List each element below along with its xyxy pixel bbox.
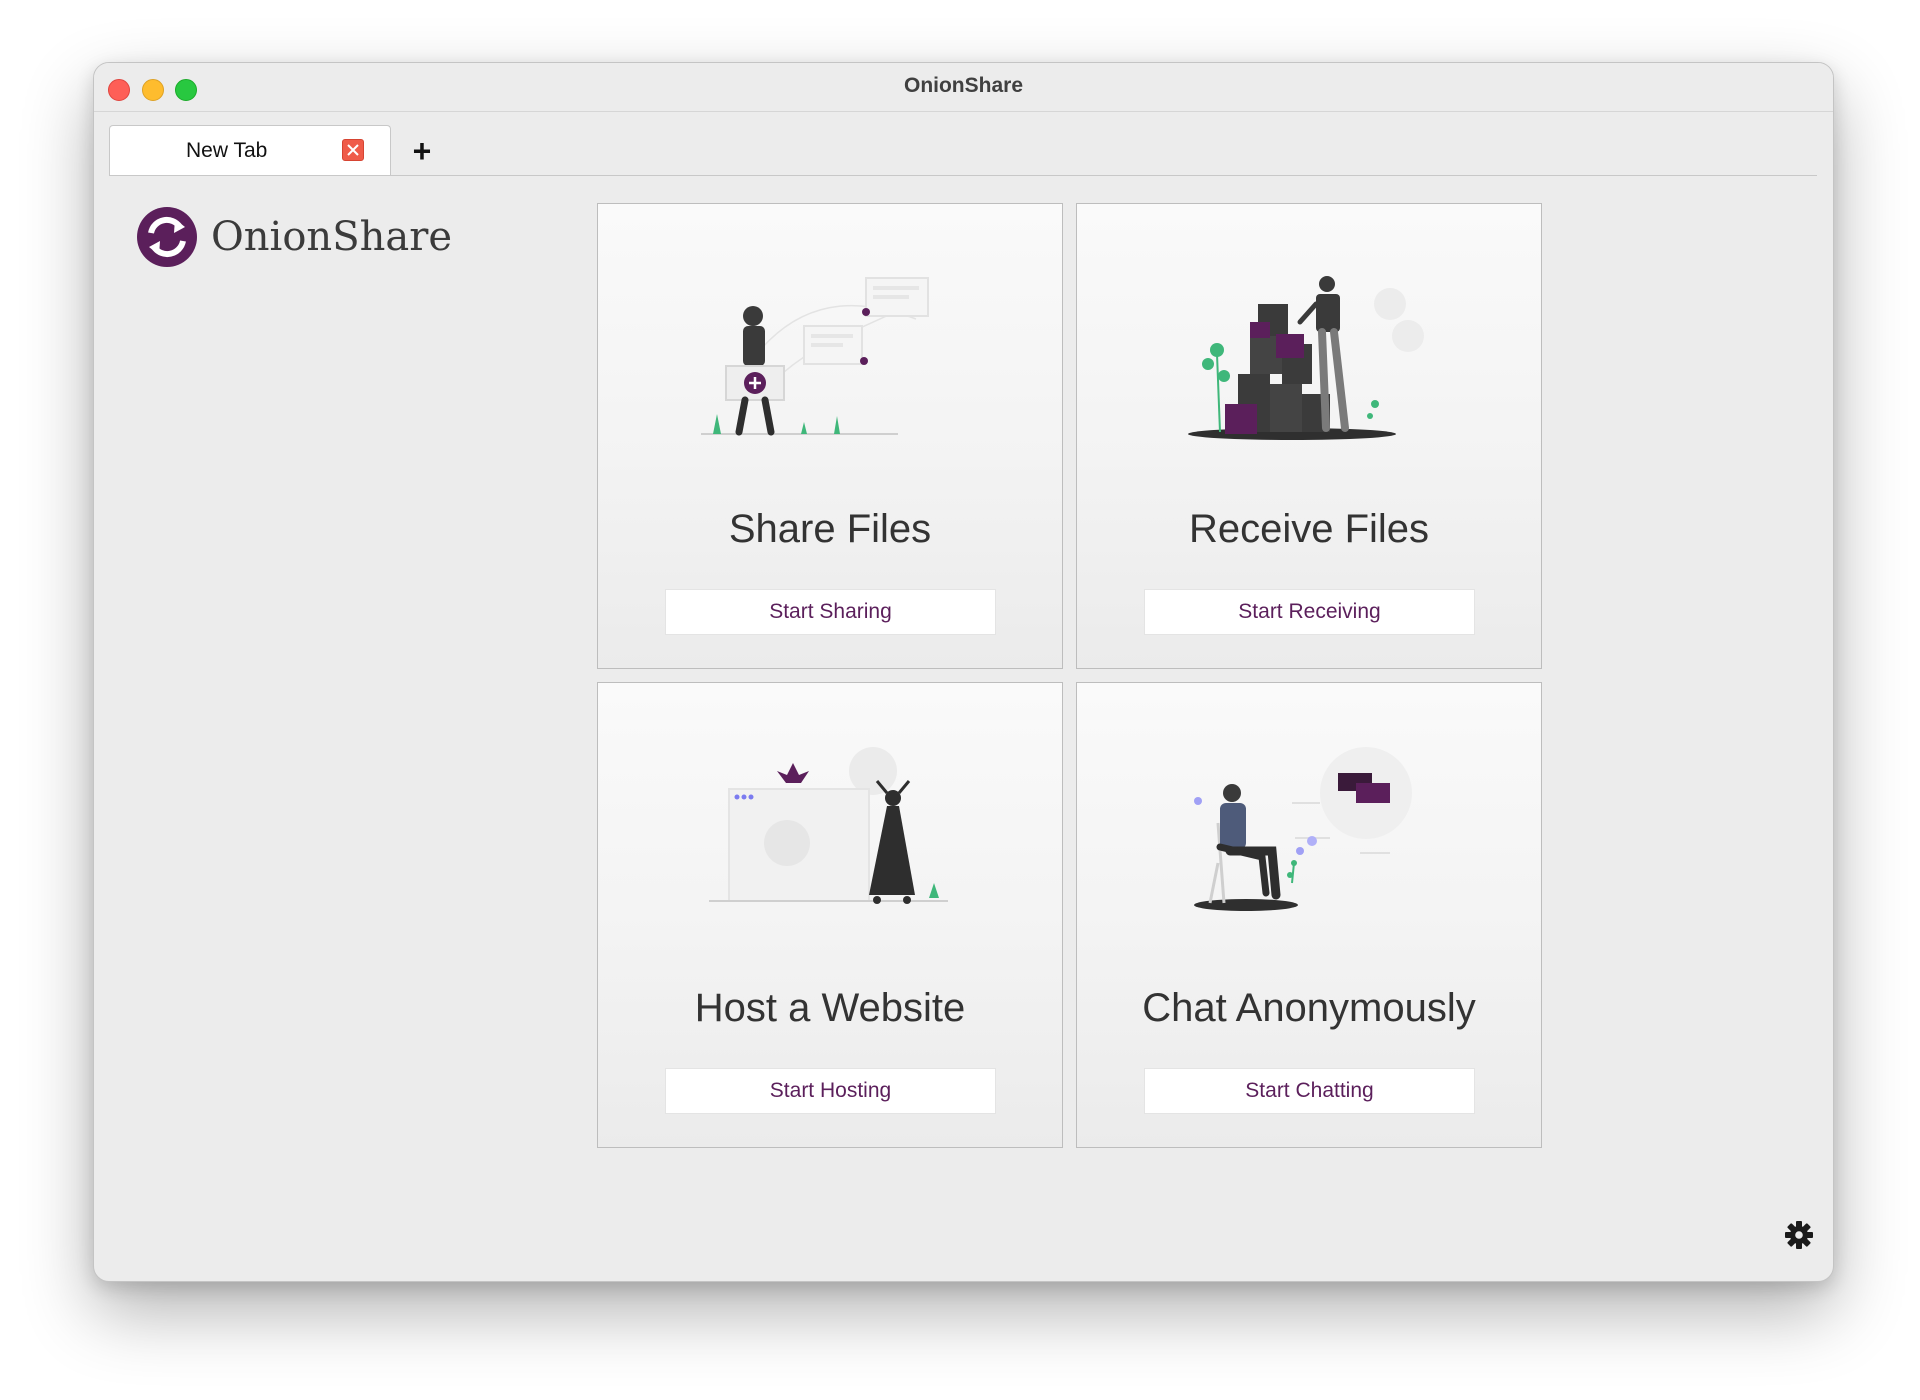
- app-window: OnionShare New Tab + OnionShare Share Fi…: [93, 62, 1834, 1282]
- chat-anonymously-card: Chat Anonymously Start Chatting: [1076, 682, 1542, 1148]
- share-files-title: Share Files: [728, 507, 932, 551]
- start-sharing-button[interactable]: Start Sharing: [665, 589, 996, 635]
- chat-anonymously-illustration: [1194, 747, 1412, 911]
- new-tab-button[interactable]: +: [405, 135, 439, 169]
- tab-label: New Tab: [186, 139, 268, 162]
- window-title: OnionShare: [903, 74, 1024, 97]
- onionshare-logo-icon: [137, 207, 197, 267]
- tab-bar: New Tab +: [109, 125, 1817, 176]
- gear-icon[interactable]: [1784, 1220, 1814, 1250]
- close-tab-icon[interactable]: [342, 139, 364, 161]
- tab-new-tab[interactable]: New Tab: [109, 125, 391, 175]
- chat-anonymously-title: Chat Anonymously: [1142, 986, 1476, 1030]
- receive-files-title: Receive Files: [1188, 507, 1430, 551]
- logo-text: OnionShare: [211, 214, 452, 260]
- host-website-illustration: [709, 747, 948, 904]
- title-bar: OnionShare: [94, 63, 1833, 112]
- host-website-title: Host a Website: [694, 986, 966, 1030]
- receive-files-card: Receive Files Start Receiving: [1076, 203, 1542, 669]
- start-hosting-button[interactable]: Start Hosting: [665, 1068, 996, 1114]
- start-chatting-button[interactable]: Start Chatting: [1144, 1068, 1475, 1114]
- receive-files-illustration: [1188, 276, 1424, 440]
- start-receiving-button[interactable]: Start Receiving: [1144, 589, 1475, 635]
- share-files-illustration: [701, 277, 929, 436]
- share-files-card: Share Files Start Sharing: [597, 203, 1063, 669]
- host-website-card: Host a Website Start Hosting: [597, 682, 1063, 1148]
